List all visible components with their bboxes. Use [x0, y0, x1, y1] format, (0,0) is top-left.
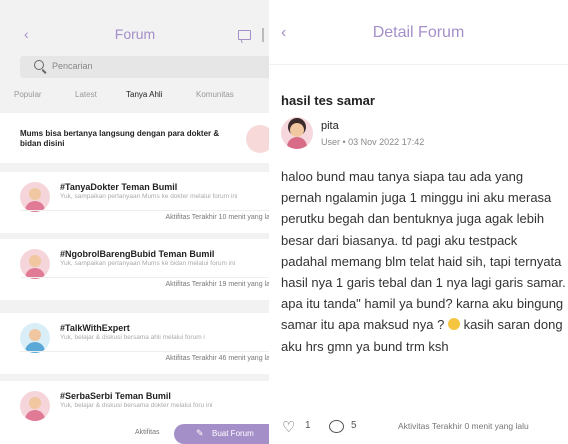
- forum-title: Forum: [114, 26, 156, 42]
- avatar: [20, 323, 50, 353]
- divider: [20, 351, 270, 352]
- forum-list-screen: ‹ Forum Pencarian Popular Latest Tanya A…: [0, 0, 270, 444]
- forum-name: #SerbaSerbi Teman Bumil: [60, 391, 171, 401]
- forum-card[interactable]: #TalkWithExpert Yuk, belajar & diskusi b…: [0, 313, 270, 374]
- search-placeholder: Pencarian: [52, 61, 93, 71]
- detail-header: ‹ Detail Forum: [269, 0, 568, 70]
- info-banner: Mums bisa bertanya langsung dengan para …: [0, 113, 270, 163]
- avatar: [20, 391, 50, 421]
- create-forum-button[interactable]: ✎ Buat Forum: [174, 424, 270, 444]
- header-divider: [269, 64, 568, 65]
- worried-emoji-icon: [447, 318, 460, 331]
- search-input[interactable]: Pencarian: [20, 56, 270, 78]
- forum-tabs: Popular Latest Tanya Ahli Komunitas: [0, 88, 270, 104]
- avatar: [20, 249, 50, 279]
- banner-text: Mums bisa bertanya langsung dengan para …: [20, 129, 220, 148]
- avatar: [20, 182, 50, 212]
- post-footer: ♡ 1 5 Aktivitas Terakhir 0 menit yang la…: [269, 416, 568, 440]
- like-count: 1: [305, 420, 311, 431]
- post-title: hasil tes samar: [281, 93, 375, 108]
- tab-popular[interactable]: Popular: [14, 90, 42, 99]
- create-forum-label: Buat Forum: [212, 429, 254, 438]
- chat-icon[interactable]: [238, 30, 251, 40]
- forum-desc: Yuk, belajar & diskusi bersama ahli mela…: [60, 334, 205, 341]
- comment-count: 5: [351, 420, 357, 431]
- doctor-avatar: [246, 125, 270, 153]
- tab-latest[interactable]: Latest: [75, 90, 97, 99]
- forum-activity: Aktifitas Terakhir 10 menit yang la: [165, 214, 270, 221]
- avatar[interactable]: [281, 117, 313, 149]
- divider: [20, 277, 270, 278]
- header-divider: [262, 28, 264, 42]
- user-name[interactable]: pita: [321, 120, 339, 132]
- last-activity: Aktivitas Terakhir 0 menit yang lalu: [398, 421, 529, 431]
- forum-activity: Aktifitas Terakhir 46 menit yang la: [165, 355, 270, 362]
- detail-title: Detail Forum: [372, 24, 465, 41]
- tab-komunitas[interactable]: Komunitas: [196, 90, 234, 99]
- user-meta: User • 03 Nov 2022 17:42: [321, 137, 425, 147]
- forum-header: ‹ Forum: [0, 18, 270, 58]
- forum-activity: Aktifitas: [135, 429, 160, 436]
- edit-icon: ✎: [196, 428, 204, 438]
- forum-activity: Aktifitas Terakhir 19 menit yang la: [165, 281, 270, 288]
- post-body-part1: haloo bund mau tanya siapa tau ada yang …: [281, 169, 566, 333]
- divider: [20, 210, 270, 211]
- forum-name: #TanyaDokter Teman Bumil: [60, 182, 178, 192]
- forum-desc: Yuk, sampaikan pertanyaan Mums ke dokter…: [60, 193, 238, 200]
- post-body: haloo bund mau tanya siapa tau ada yang …: [281, 166, 567, 357]
- detail-forum-screen: ‹ Detail Forum hasil tes samar pita User…: [269, 0, 568, 444]
- forum-desc: Yuk, sampaikan pertanyaan Mums ke bidan …: [60, 260, 236, 267]
- tab-tanya-ahli[interactable]: Tanya Ahli: [126, 90, 162, 99]
- comment-icon[interactable]: [329, 420, 344, 433]
- forum-name: #TalkWithExpert: [60, 323, 130, 333]
- forum-card[interactable]: #TanyaDokter Teman Bumil Yuk, sampaikan …: [0, 172, 270, 233]
- forum-card[interactable]: #NgobrolBarengBubid Teman Bumil Yuk, sam…: [0, 239, 270, 300]
- heart-icon[interactable]: ♡: [282, 418, 295, 436]
- forum-name: #NgobrolBarengBubid Teman Bumil: [60, 249, 215, 259]
- forum-desc: Yuk, belajar & diskusi bersama dokter me…: [60, 402, 213, 409]
- search-icon: [34, 60, 44, 70]
